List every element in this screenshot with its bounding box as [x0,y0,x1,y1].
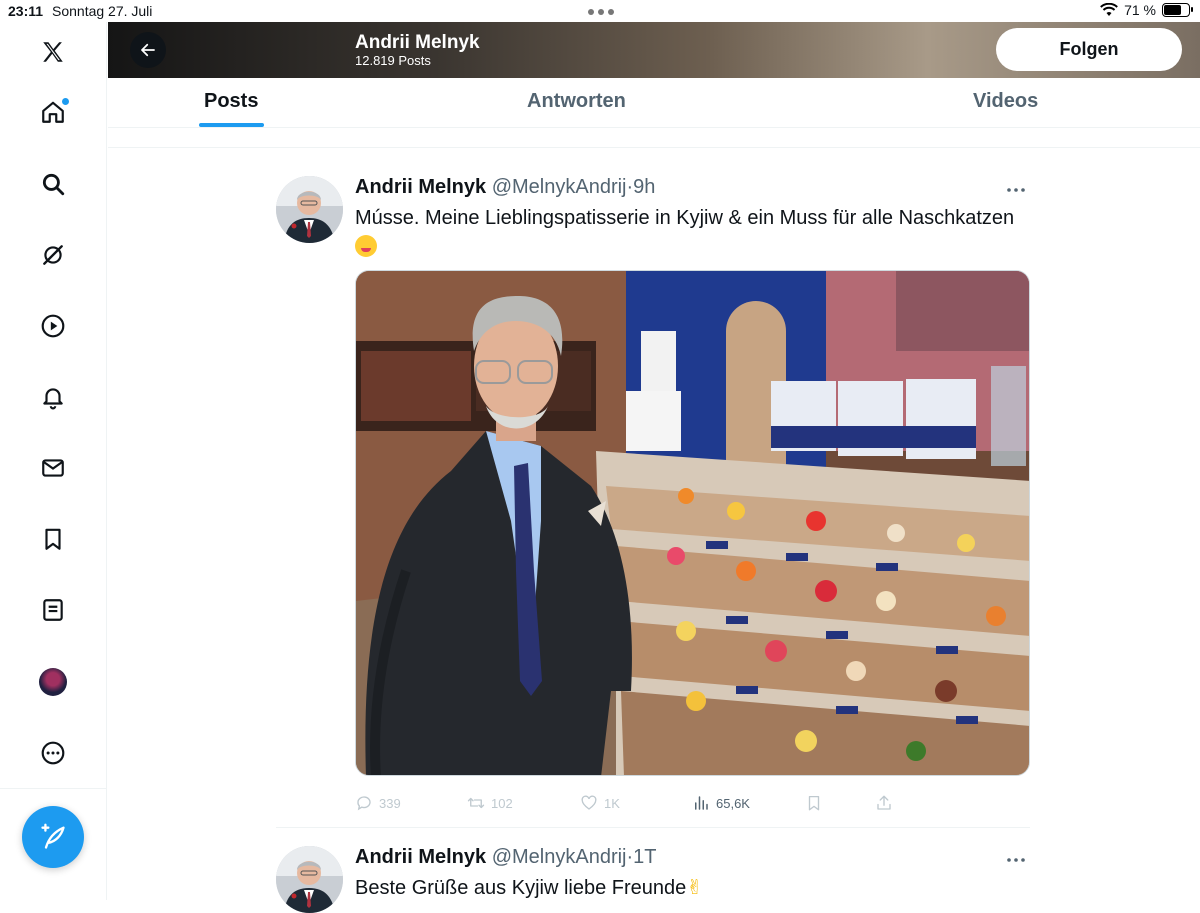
sidebar-item-bookmarks[interactable] [33,519,73,559]
section-divider [108,128,1200,148]
wifi-icon [1100,3,1118,16]
battery-percent: 71 % [1124,2,1156,18]
repost-count: 102 [491,795,513,811]
sidebar [0,22,107,900]
more-options-icon[interactable] [1006,850,1030,868]
active-tab-indicator [199,123,264,127]
victory-hand-emoji-icon: ✌ [686,877,704,899]
tweet-avatar[interactable] [276,176,343,243]
tweet-text-body: Músse. Meine Lieblingspatisserie in Kyji… [355,207,1015,229]
multitasking-dots-icon[interactable] [588,9,614,15]
tweet-text-body: Beste Grüße aus Kyjiw liebe Freunde [355,877,687,899]
avatar [39,668,67,696]
list-icon [43,599,63,621]
more-circle-icon [41,741,65,765]
tweet-divider [276,827,1030,828]
tweet-handle[interactable]: @MelnykAndrij [492,846,627,868]
tweet-avatar[interactable] [276,846,343,913]
tweet-time[interactable]: ·9h [627,176,656,198]
battery-icon [1162,3,1193,17]
sidebar-item-lists[interactable] [33,590,73,630]
bookmark-icon [808,795,820,811]
more-options-icon[interactable] [1006,180,1030,198]
views-count: 65,6K [716,795,750,811]
status-time: 23:11 [8,3,44,19]
sidebar-divider [0,788,107,789]
sidebar-item-search[interactable] [33,164,73,204]
tweet[interactable]: Andrii Melnyk @MelnykAndrij·1T Beste Grü… [276,846,1030,913]
bookmark-icon [45,528,61,550]
views-chart-icon [695,796,708,810]
video-play-icon [41,314,65,338]
profile-tabs: Posts Antworten Videos [108,78,1200,128]
header-posts-count: 12.819 Posts [355,53,431,68]
arrow-left-icon [141,43,155,57]
tab-videos[interactable]: Videos [973,90,1038,113]
back-button[interactable] [130,32,166,68]
tweet-photo[interactable] [355,270,1030,776]
tweet-author-name[interactable]: Andrii Melnyk [355,846,486,868]
x-logo-icon[interactable] [33,32,73,72]
tweet-header: Andrii Melnyk @MelnykAndrij·1T [355,846,657,869]
tab-posts[interactable]: Posts [204,90,258,113]
tweet-time[interactable]: ·1T [627,846,657,868]
grok-icon [43,245,63,265]
tweet-handle[interactable]: @MelnykAndrij [492,176,627,198]
tab-replies[interactable]: Antworten [527,90,626,113]
share-button[interactable] [875,794,893,812]
sidebar-item-home[interactable] [33,92,73,132]
follow-button[interactable]: Folgen [996,28,1182,71]
tweet[interactable]: Andrii Melnyk @MelnykAndrij·9h Músse. Me… [276,176,1030,816]
status-date: Sonntag 27. Juli [52,3,153,19]
reply-button[interactable]: 339 [355,794,401,812]
repost-icon [467,797,485,809]
tweet-author-name[interactable]: Andrii Melnyk [355,176,486,198]
sidebar-item-grok[interactable] [33,235,73,275]
compose-feather-icon [41,823,65,849]
notification-dot [62,98,69,105]
reply-count: 339 [379,795,401,811]
heart-icon [581,795,597,810]
sidebar-item-more[interactable] [33,733,73,773]
share-icon [877,795,891,810]
bookmark-button[interactable] [805,794,823,812]
search-icon [42,173,65,196]
sidebar-item-messages[interactable] [33,448,73,488]
sidebar-item-notifications[interactable] [33,377,73,417]
tweet-text: Beste Grüße aus Kyjiw liebe Freunde✌ [355,874,1015,903]
like-count: 1K [604,795,620,811]
mail-icon [42,459,64,477]
sidebar-item-video[interactable] [33,306,73,346]
tweet-actions: 339 102 1K 65,6K [355,794,915,816]
tweet-header: Andrii Melnyk @MelnykAndrij·9h [355,176,655,199]
tweet-text: Músse. Meine Lieblingspatisserie in Kyji… [355,204,1015,262]
sidebar-item-profile[interactable] [33,662,73,702]
views-button[interactable]: 65,6K [692,794,750,812]
like-button[interactable]: 1K [580,794,620,812]
header-name: Andrii Melnyk [355,32,480,53]
reply-icon [357,796,371,811]
yum-face-emoji-icon [355,235,377,257]
bell-icon [43,388,63,410]
profile-header-banner: Andrii Melnyk 12.819 Posts Folgen [108,22,1200,78]
status-bar: 23:11 Sonntag 27. Juli 71 % [0,0,1200,22]
compose-button[interactable] [22,806,84,868]
repost-button[interactable]: 102 [467,794,513,812]
